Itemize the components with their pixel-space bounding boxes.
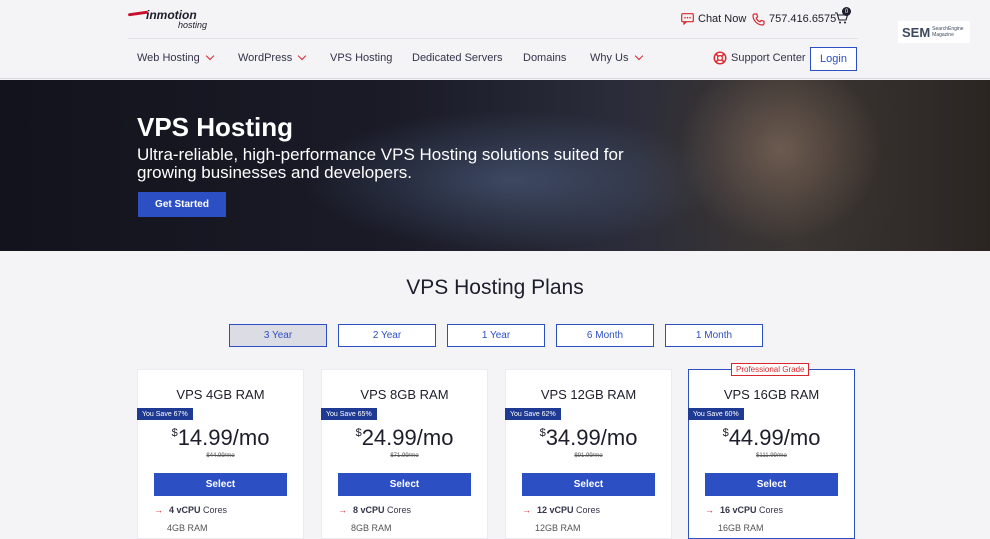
login-button[interactable]: Login <box>810 47 857 71</box>
original-price: $71.99/mo <box>390 453 419 459</box>
savings-badge: You Save 65% <box>321 408 377 420</box>
original-price: $111.99/mo <box>756 453 787 459</box>
professional-grade-badge: Professional Grade <box>731 363 810 376</box>
feature-ram: 12GB RAM <box>535 523 581 533</box>
chat-now-label: Chat Now <box>698 13 747 25</box>
cart-count-badge: 0 <box>842 7 851 16</box>
hero-subtitle: Ultra-reliable, high-performance VPS Hos… <box>137 145 624 182</box>
price-period: /mo <box>600 425 638 450</box>
feature-cpu: → 12 vCPU Cores <box>522 505 600 515</box>
term-tab-3-year[interactable]: 3 Year <box>229 324 327 347</box>
plan-price: $34.99/mo <box>506 425 671 451</box>
plan-price: $44.99/mo <box>689 425 854 451</box>
price-amount: 14.99 <box>177 425 233 450</box>
sem-badge-text: SearchEngine Magazine <box>932 26 964 38</box>
feature-cpu-value: 8 vCPU <box>353 505 385 515</box>
feature-cpu: → 4 vCPU Cores <box>154 505 227 515</box>
price-amount: 34.99 <box>545 425 601 450</box>
hero-title: VPS Hosting <box>137 112 294 142</box>
plan-price: $14.99/mo <box>138 425 303 451</box>
select-plan-button[interactable]: Select <box>522 473 655 496</box>
feature-cpu-value: 4 vCPU <box>169 505 201 515</box>
original-price: $44.99/mo <box>206 453 235 459</box>
arrow-right-icon: → <box>705 505 714 515</box>
arrow-right-icon: → <box>522 505 531 515</box>
plan-name: VPS 4GB RAM <box>176 387 265 402</box>
plans-title: VPS Hosting Plans <box>406 276 584 299</box>
plan-name: VPS 8GB RAM <box>360 387 449 402</box>
chat-icon <box>681 13 694 25</box>
plan-card-vps-12gb: VPS 12GB RAM You Save 62% $34.99/mo $91.… <box>505 369 672 539</box>
phone-link[interactable]: 757.416.6575 <box>752 10 836 28</box>
price-amount: 44.99 <box>728 425 784 450</box>
select-plan-button[interactable]: Select <box>338 473 471 496</box>
price-period: /mo <box>232 425 270 450</box>
feature-cpu-unit: Cores <box>203 505 228 515</box>
plan-name: VPS 16GB RAM <box>723 387 820 402</box>
plan-card-vps-4gb: VPS 4GB RAM You Save 67% $14.99/mo $44.9… <box>137 369 304 539</box>
savings-badge: You Save 67% <box>137 408 193 420</box>
feature-cpu-value: 16 vCPU <box>720 505 757 515</box>
support-center-label: Support Center <box>731 52 806 64</box>
phone-number: 757.416.6575 <box>769 13 837 25</box>
price-period: /mo <box>416 425 454 450</box>
term-tab-1-year[interactable]: 1 Year <box>447 324 545 347</box>
chevron-down-icon <box>297 51 307 61</box>
nav-dedicated-servers[interactable]: Dedicated Servers <box>412 50 503 66</box>
nav-web-hosting-label: Web Hosting <box>137 52 200 64</box>
nav-why-us[interactable]: Why Us <box>590 50 643 66</box>
cart-button[interactable]: 0 <box>834 7 851 26</box>
feature-ram: 16GB RAM <box>718 523 764 533</box>
feature-ram: 4GB RAM <box>167 523 208 533</box>
feature-cpu-value: 12 vCPU <box>537 505 574 515</box>
sem-badge: SEM SearchEngine Magazine <box>898 21 970 43</box>
feature-ram: 8GB RAM <box>351 523 392 533</box>
hero-background-photo <box>650 80 910 251</box>
feature-cpu: → 8 vCPU Cores <box>338 505 411 515</box>
site-header: inmotion hosting Chat Now 757.416.6575 0… <box>0 0 990 79</box>
plan-card-vps-16gb: VPS 16GB RAM You Save 60% $44.99/mo $111… <box>688 369 855 539</box>
plan-card-vps-8gb: VPS 8GB RAM You Save 65% $24.99/mo $71.9… <box>321 369 488 539</box>
nav-dedicated-servers-label: Dedicated Servers <box>412 52 503 64</box>
original-price: $91.99/mo <box>574 453 603 459</box>
header-divider <box>128 38 858 39</box>
nav-vps-hosting-label: VPS Hosting <box>330 52 393 64</box>
nav-wordpress[interactable]: WordPress <box>238 50 307 66</box>
nav-vps-hosting[interactable]: VPS Hosting <box>330 50 392 66</box>
chevron-down-icon <box>205 51 215 61</box>
inmotion-logo[interactable]: inmotion hosting <box>127 8 218 32</box>
term-tab-2-year[interactable]: 2 Year <box>338 324 436 347</box>
term-tab-1-month[interactable]: 1 Month <box>665 324 763 347</box>
logo-subtext: hosting <box>178 20 208 30</box>
plan-price: $24.99/mo <box>322 425 487 451</box>
term-tab-6-month[interactable]: 6 Month <box>556 324 654 347</box>
select-plan-button[interactable]: Select <box>705 473 838 496</box>
support-center-link[interactable]: Support Center <box>713 50 806 66</box>
arrow-right-icon: → <box>154 505 163 515</box>
chat-now-link[interactable]: Chat Now <box>681 10 746 28</box>
phone-icon <box>752 12 765 26</box>
feature-cpu-unit: Cores <box>387 505 412 515</box>
plan-name: VPS 12GB RAM <box>540 387 637 402</box>
feature-cpu: → 16 vCPU Cores <box>705 505 783 515</box>
feature-cpu-unit: Cores <box>576 505 601 515</box>
nav-why-us-label: Why Us <box>590 52 629 64</box>
nav-web-hosting[interactable]: Web Hosting <box>137 50 215 66</box>
arrow-right-icon: → <box>338 505 347 515</box>
get-started-button[interactable]: Get Started <box>138 192 226 217</box>
nav-domains[interactable]: Domains <box>523 50 566 66</box>
select-plan-button[interactable]: Select <box>154 473 287 496</box>
savings-badge: You Save 62% <box>505 408 561 420</box>
feature-cpu-unit: Cores <box>759 505 784 515</box>
nav-wordpress-label: WordPress <box>238 52 293 64</box>
price-amount: 24.99 <box>361 425 417 450</box>
lifebuoy-icon <box>713 51 727 65</box>
price-period: /mo <box>783 425 821 450</box>
savings-badge: You Save 60% <box>688 408 744 420</box>
chevron-down-icon <box>634 51 643 61</box>
sem-badge-logo: SEM <box>902 24 931 40</box>
nav-domains-label: Domains <box>523 52 567 64</box>
